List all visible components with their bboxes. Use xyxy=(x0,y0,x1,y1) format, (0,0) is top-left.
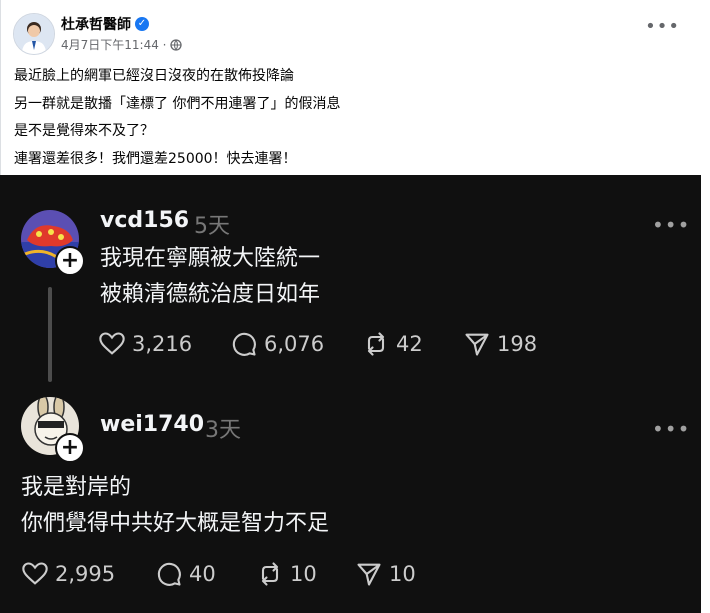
post-line: 最近臉上的網軍已經沒日沒夜的在散佈投降論 xyxy=(14,68,294,84)
post-timestamp[interactable]: 4月7日下午11:44 · xyxy=(61,36,166,53)
send-icon xyxy=(357,563,381,586)
thread-line: 我現在寧願被大陸統一 xyxy=(100,246,321,271)
thread-text: 我現在寧願被大陸統一 被賴清德統治度日如年 xyxy=(100,241,320,313)
follow-plus-icon[interactable]: + xyxy=(55,246,85,276)
comment-count: 6,076 xyxy=(264,332,325,356)
author-name[interactable]: 杜承哲醫師 ✓ xyxy=(61,14,149,34)
username[interactable]: vcd156 xyxy=(100,208,189,233)
repost-count: 42 xyxy=(396,332,423,356)
post-line: 連署還差很多！我們還差25000！快去連署！ xyxy=(14,150,297,167)
heart-icon xyxy=(99,332,125,355)
comment-button[interactable]: 6,076 xyxy=(230,330,324,358)
thread-text: 我是對岸的 你們覺得中共好大概是智力不足 xyxy=(21,470,329,542)
comment-button[interactable]: 40 xyxy=(155,560,216,588)
thread-more-icon[interactable]: ••• xyxy=(652,419,690,439)
thread-line: 我是對岸的 xyxy=(21,475,132,500)
post-line: 是不是覺得來不及了？ xyxy=(14,123,154,139)
post-text: 最近臉上的網軍已經沒日沒夜的在散佈投降論 另一群就是散播「達標了 你們不用連署了… xyxy=(14,63,340,173)
share-count: 10 xyxy=(389,562,416,586)
share-count: 198 xyxy=(497,332,538,356)
author-name-text[interactable]: 杜承哲醫師 xyxy=(61,14,131,34)
repost-icon xyxy=(367,332,385,356)
like-button[interactable]: 3,216 xyxy=(98,330,192,358)
comment-icon xyxy=(157,562,181,586)
verified-badge-icon: ✓ xyxy=(135,17,149,31)
heart-icon xyxy=(22,562,48,585)
comment-icon xyxy=(232,332,256,356)
thread-more-icon[interactable]: ••• xyxy=(652,215,690,235)
repost-button[interactable]: 42 xyxy=(362,330,423,358)
thread-connector-line xyxy=(48,287,52,382)
thread-line: 被賴清德統治度日如年 xyxy=(100,282,321,307)
post-time: 5天 xyxy=(194,214,230,239)
threads-screenshot: + vcd156 5天 ••• 我現在寧願被大陸統一 被賴清德統治度日如年 3,… xyxy=(0,175,701,613)
comment-count: 40 xyxy=(189,562,216,586)
like-count: 2,995 xyxy=(55,562,116,586)
repost-icon xyxy=(261,562,279,586)
more-options-icon[interactable]: ••• xyxy=(645,18,680,36)
username[interactable]: wei1740 xyxy=(100,412,204,437)
post-line: 另一群就是散播「達標了 你們不用連署了」的假消息 xyxy=(14,95,341,112)
like-button[interactable]: 2,995 xyxy=(21,560,115,588)
repost-button[interactable]: 10 xyxy=(256,560,317,588)
repost-count: 10 xyxy=(290,562,317,586)
post-time: 3天 xyxy=(205,418,241,443)
thread-line: 你們覺得中共好大概是智力不足 xyxy=(21,511,330,536)
like-count: 3,216 xyxy=(132,332,193,356)
follow-plus-icon[interactable]: + xyxy=(55,433,85,463)
facebook-post: 杜承哲醫師 ✓ 4月7日下午11:44 · ••• 最近臉上的網軍已經沒日沒夜的… xyxy=(0,0,710,175)
share-button[interactable]: 10 xyxy=(355,560,416,588)
author-avatar[interactable] xyxy=(13,13,55,55)
share-button[interactable]: 198 xyxy=(463,330,537,358)
globe-icon xyxy=(170,38,183,51)
page-margin xyxy=(701,175,710,613)
send-icon xyxy=(465,333,489,356)
post-meta: 4月7日下午11:44 · xyxy=(61,36,183,53)
